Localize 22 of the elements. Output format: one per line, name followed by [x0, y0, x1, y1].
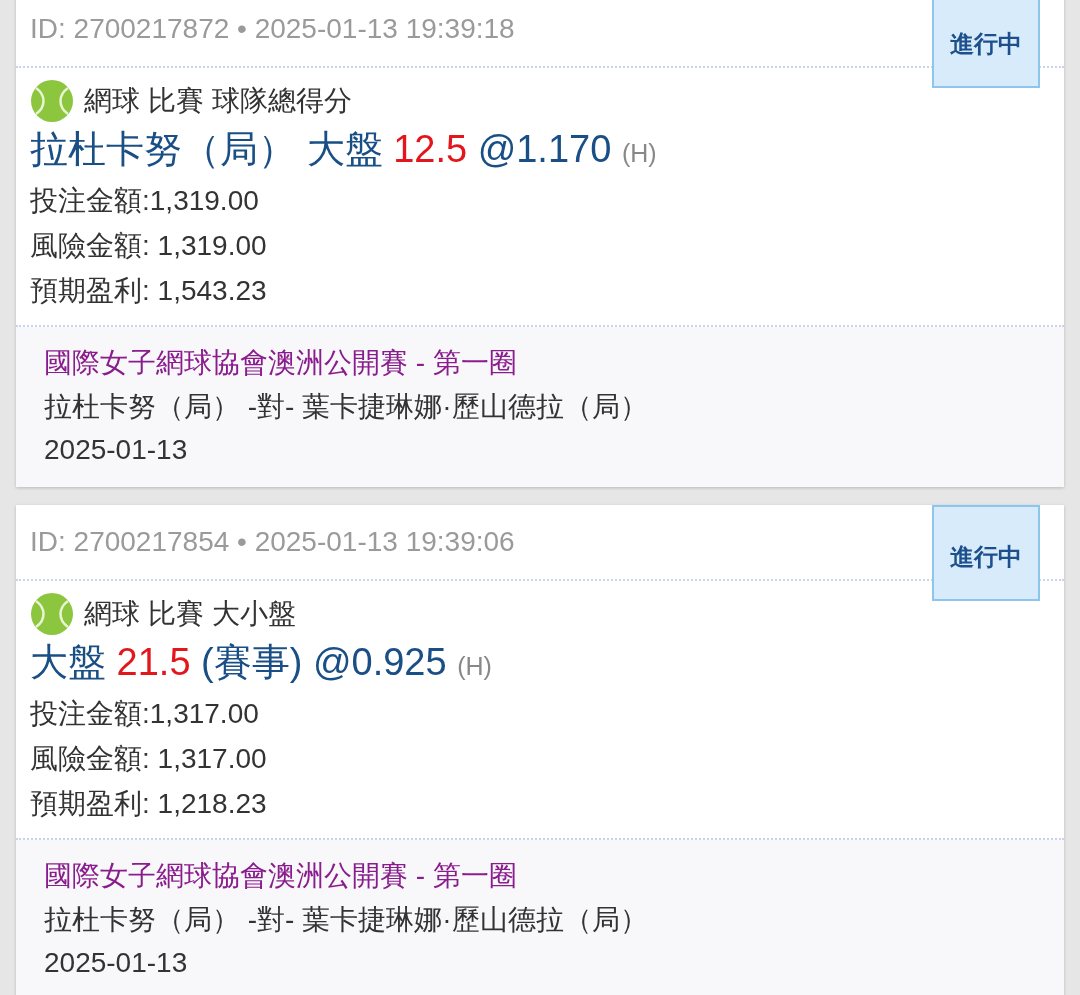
- match-date: 2025-01-13: [44, 946, 189, 980]
- match-date: 2025-01-13: [44, 433, 189, 467]
- amount-text: 預期盈利: 1,543.23: [30, 274, 268, 308]
- match-name: 拉杜卡努（局） -對- 葉卡捷琳娜·歷山德拉（局）: [44, 903, 649, 937]
- sport-market: 網球 比賽 大小盤: [84, 597, 296, 631]
- amount-text: 預期盈利: 1,218.23: [30, 787, 268, 821]
- amount-text: 投注金額:1,317.00: [30, 697, 260, 731]
- league-name: 國際女子網球協會澳洲公開賽 - 第一圈: [44, 346, 518, 380]
- tennis-ball-icon: [30, 592, 74, 636]
- amount-text: 風險金額: 1,319.00: [30, 229, 268, 263]
- bet-selection: 拉杜卡努（局） 大盤 12.5 @1.170 (H): [30, 127, 658, 172]
- tennis-ball-icon: [30, 79, 74, 123]
- match-name: 拉杜卡努（局） -對- 葉卡捷琳娜·歷山德拉（局）: [44, 390, 649, 424]
- bet-id-time: ID: 2700217854 • 2025-01-13 19:39:06: [30, 526, 515, 558]
- bet-selection: 大盤 21.5 (賽事) @0.925 (H): [30, 640, 493, 685]
- sport-market: 網球 比賽 球隊總得分: [84, 84, 352, 118]
- bet-id-time: ID: 2700217872 • 2025-01-13 19:39:18: [30, 13, 515, 45]
- amount-text: 投注金額:1,319.00: [30, 184, 260, 218]
- amount-text: 風險金額: 1,317.00: [30, 742, 268, 776]
- league-name: 國際女子網球協會澳洲公開賽 - 第一圈: [44, 859, 518, 893]
- status-badge: 進行中: [932, 505, 1040, 601]
- status-badge: 進行中: [932, 0, 1040, 88]
